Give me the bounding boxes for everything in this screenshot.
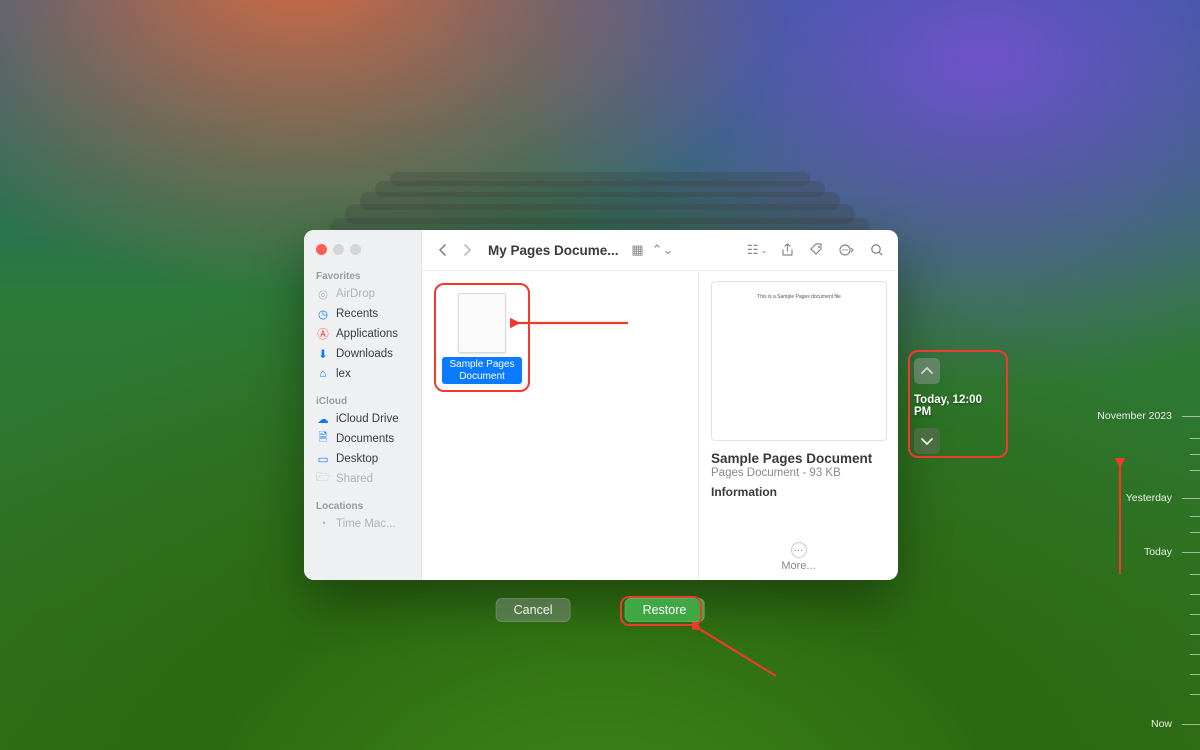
preview-file-name: Sample Pages Document <box>711 451 886 466</box>
preview-info-header: Information <box>711 485 886 499</box>
view-sort-icon[interactable]: ⌃⌄ <box>657 239 669 261</box>
dialog-button-bar: Cancel Restore <box>496 598 705 622</box>
home-icon: ⌂ <box>316 367 330 381</box>
cloud-icon: ☁ <box>316 412 330 426</box>
forward-button[interactable] <box>456 239 478 261</box>
finder-content: Sample Pages Document This is a Sample P… <box>422 270 898 580</box>
timeline-tick <box>1190 614 1200 615</box>
timeline[interactable]: November 2023 Yesterday Today Now <box>1100 404 1200 734</box>
file-thumbnail <box>458 293 506 353</box>
file-name-label: Sample Pages Document <box>442 357 522 384</box>
preview-file-kind: Pages Document - 93 KB <box>711 467 886 479</box>
timeline-tick <box>1190 694 1200 695</box>
restore-button[interactable]: Restore <box>625 598 705 622</box>
sidebar-item-desktop[interactable]: ▭ Desktop <box>304 449 421 469</box>
timeline-tick <box>1190 574 1200 575</box>
file-item[interactable]: Sample Pages Document <box>442 293 522 384</box>
annotation-highlight-file: Sample Pages Document <box>434 283 530 392</box>
timeline-tick <box>1182 498 1200 499</box>
window-controls <box>304 240 421 267</box>
sidebar-item-airdrop[interactable]: ◎ AirDrop <box>304 284 421 304</box>
timeline-tick <box>1190 470 1200 471</box>
sidebar-item-label: AirDrop <box>336 288 375 300</box>
timeline-tick <box>1182 416 1200 417</box>
sidebar-item-label: Documents <box>336 433 394 445</box>
timeline-tick <box>1190 438 1200 439</box>
group-button[interactable]: ☷⌄ <box>746 239 768 261</box>
sidebar-item-applications[interactable]: Ⓐ Applications <box>304 324 421 344</box>
timeline-label: Now <box>1151 718 1172 730</box>
airdrop-icon: ◎ <box>316 287 330 301</box>
timeline-label: November 2023 <box>1097 410 1172 422</box>
desktop-icon: ▭ <box>316 452 330 466</box>
sidebar-item-documents[interactable]: 🗎 Documents <box>304 429 421 449</box>
back-button[interactable] <box>432 239 454 261</box>
tag-button[interactable] <box>806 239 828 261</box>
minimize-window-button[interactable] <box>333 244 344 255</box>
close-window-button[interactable] <box>316 244 327 255</box>
share-button[interactable] <box>776 239 798 261</box>
sidebar-item-recents[interactable]: ◷ Recents <box>304 304 421 324</box>
timeline-label: Yesterday <box>1126 492 1172 504</box>
fullscreen-window-button[interactable] <box>350 244 361 255</box>
sidebar-item-downloads[interactable]: ⬇ Downloads <box>304 344 421 364</box>
sidebar-item-home[interactable]: ⌂ lex <box>304 364 421 384</box>
sidebar-item-label: lex <box>336 368 351 380</box>
sidebar-section-header: iCloud <box>304 392 421 409</box>
timeline-label: Today <box>1144 546 1172 558</box>
sidebar-item-label: Recents <box>336 308 378 320</box>
finder-window: Favorites ◎ AirDrop ◷ Recents Ⓐ Application… <box>304 230 898 580</box>
preview-more-label: More... <box>711 560 886 572</box>
file-grid[interactable]: Sample Pages Document <box>422 271 698 580</box>
preview-pane: This is a Sample Pages document file Sam… <box>698 271 898 580</box>
window-title: My Pages Docume... <box>488 243 619 258</box>
sidebar-item-shared[interactable]: 🗁 Shared <box>304 469 421 489</box>
timeline-tick <box>1190 532 1200 533</box>
preview-thumbnail: This is a Sample Pages document file <box>711 281 887 441</box>
time-nav-up-button[interactable] <box>914 358 940 384</box>
timeline-tick <box>1190 654 1200 655</box>
sidebar-item-label: Shared <box>336 473 373 485</box>
finder-main: My Pages Docume... ▦ ⌃⌄ ☷⌄ Sample Pages … <box>422 230 898 580</box>
time-nav-down-button[interactable] <box>914 428 940 454</box>
timeline-tick <box>1182 724 1200 725</box>
finder-toolbar: My Pages Docume... ▦ ⌃⌄ ☷⌄ <box>422 230 898 270</box>
time-nav-label: Today, 12:00 PM <box>914 390 1002 422</box>
preview-more[interactable]: ⋯ More... <box>711 542 886 572</box>
doc-icon: 🗎 <box>316 432 330 446</box>
timeline-tick <box>1190 454 1200 455</box>
shared-icon: 🗁 <box>316 472 330 486</box>
sidebar-item-label: Desktop <box>336 453 378 465</box>
sidebar-item-label: iCloud Drive <box>336 413 399 425</box>
sidebar-item-timemachine[interactable]: ◔ Time Mac... <box>304 514 421 534</box>
sidebar: Favorites ◎ AirDrop ◷ Recents Ⓐ Application… <box>304 230 422 580</box>
sidebar-item-label: Downloads <box>336 348 393 360</box>
sidebar-section-header: Favorites <box>304 267 421 284</box>
sidebar-section-header: Locations <box>304 497 421 514</box>
cancel-button[interactable]: Cancel <box>496 598 571 622</box>
preview-thumb-text: This is a Sample Pages document file <box>757 294 841 300</box>
timeline-tick <box>1190 674 1200 675</box>
time-machine-nav: Today, 12:00 PM <box>914 358 1002 454</box>
sidebar-item-icloud-drive[interactable]: ☁ iCloud Drive <box>304 409 421 429</box>
nav-buttons <box>432 239 478 261</box>
action-button[interactable] <box>836 239 858 261</box>
search-button[interactable] <box>866 239 888 261</box>
apps-icon: Ⓐ <box>316 327 330 341</box>
view-icon-button[interactable]: ▦ <box>627 239 649 261</box>
sidebar-item-label: Time Mac... <box>336 518 396 530</box>
annotation-arrow <box>692 622 782 682</box>
timeline-tick <box>1182 552 1200 553</box>
download-icon: ⬇ <box>316 347 330 361</box>
timeline-tick <box>1190 634 1200 635</box>
timeline-tick <box>1190 516 1200 517</box>
timemachine-icon: ◔ <box>316 517 330 531</box>
ellipsis-icon: ⋯ <box>791 542 807 558</box>
sidebar-item-label: Applications <box>336 328 398 340</box>
timeline-tick <box>1190 594 1200 595</box>
clock-icon: ◷ <box>316 307 330 321</box>
